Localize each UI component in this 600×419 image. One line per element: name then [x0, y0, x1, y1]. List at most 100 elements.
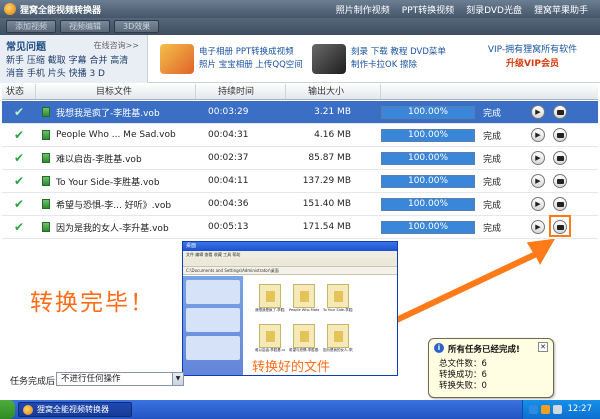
explorer-toolbar[interactable]: [183, 258, 397, 267]
open-folder-icon[interactable]: [553, 151, 567, 165]
app-logo-icon: [4, 3, 16, 15]
vip-upgrade-link[interactable]: 升级VIP会员: [470, 57, 595, 71]
table-header: 状态 目标文件 持续时间 输出大小: [2, 84, 598, 100]
vip-line1: VIP-拥有狸窝所有软件: [487, 45, 578, 55]
row-status: 完成: [483, 131, 502, 142]
video-thumb-icon: [293, 324, 315, 348]
tasks-complete-notification: i 所有任务已经完成! ✕ 总文件数：6 转换成功：6 转换失败：0: [428, 338, 554, 398]
menu-ppt-video[interactable]: PPT转换视频: [402, 3, 454, 16]
dvd-burn-icon: [312, 44, 346, 74]
converted-file[interactable]: 因为是我的女人-李升基.vob: [323, 324, 353, 358]
row-file-name: 难以启齿-李胜基.vob: [56, 154, 142, 165]
table-row[interactable]: ✔ People Who ... Me Sad.vob 00:04:31 4.1…: [2, 124, 598, 147]
row-status: 完成: [483, 177, 502, 188]
row-status: 完成: [483, 200, 502, 211]
faq-panel: 常见问题 在线咨询>> 新手 压缩 截取 字幕 合并 高清 消音 手机 片头 快…: [0, 35, 148, 83]
explorer-address-bar[interactable]: C:\Documents and Settings\Administrator\…: [183, 267, 397, 275]
table-row[interactable]: ✔ To Your Side-李胜基.vob 00:04:11 137.29 M…: [2, 170, 598, 193]
row-size: 171.54 MB: [302, 222, 351, 232]
open-folder-icon[interactable]: [553, 105, 567, 119]
converted-file[interactable]: 希望与恐惧-李胜基.vob: [289, 324, 319, 358]
open-folder-icon[interactable]: [553, 128, 567, 142]
online-consult-link[interactable]: 在线咨询>>: [94, 40, 139, 51]
success-check-icon: ✔: [13, 105, 25, 119]
promo-ppt-line1: 电子相册 PPT转换成视频: [199, 47, 294, 57]
row-status: 完成: [483, 108, 502, 119]
close-icon[interactable]: ✕: [538, 342, 548, 352]
explorer-menu[interactable]: 文件 编辑 查看 收藏 工具 帮助: [183, 251, 397, 258]
table-row[interactable]: ✔ 希望与恐惧-李... 好听》.vob 00:04:36 151.40 MB …: [2, 193, 598, 216]
app-tray-icon[interactable]: [541, 405, 550, 414]
play-icon[interactable]: ▶: [531, 174, 545, 188]
header-progress: [381, 84, 598, 99]
video-thumb-icon: [259, 284, 281, 308]
play-icon[interactable]: ▶: [531, 197, 545, 211]
video-file-icon: [42, 130, 50, 140]
add-video-button[interactable]: 添加视频: [6, 20, 56, 33]
explorer-places-panel[interactable]: [186, 308, 240, 332]
row-file-name: People Who ... Me Sad.vob: [56, 130, 176, 140]
promo-dvd-line2: 制作卡拉OK 擦除: [351, 60, 417, 70]
video-thumb-icon: [293, 284, 315, 308]
row-progress-bar: 100.00%: [381, 174, 475, 188]
success-check-icon: ✔: [13, 220, 25, 234]
faq-title: 常见问题: [6, 42, 46, 53]
header-target-file[interactable]: 目标文件: [36, 84, 196, 99]
promo-ppt-album[interactable]: 电子相册 PPT转换成视频 照片 宝宝相册 上传QQ空间: [160, 35, 303, 83]
row-duration: 00:05:13: [208, 222, 249, 232]
success-check-icon: ✔: [13, 174, 25, 188]
row-size: 4.16 MB: [314, 130, 351, 140]
play-icon[interactable]: ▶: [531, 128, 545, 142]
row-file-name: 我想我是疯了-李胜基.vob: [56, 108, 160, 119]
faq-links-row-2[interactable]: 消音 手机 片头 快播 3 D: [6, 66, 105, 79]
converted-file[interactable]: People Who Make Me Sad.vob: [289, 284, 319, 318]
video-file-icon: [42, 199, 50, 209]
play-icon[interactable]: ▶: [531, 105, 545, 119]
row-progress-bar: 100.00%: [381, 105, 475, 119]
video-file-icon: [42, 107, 50, 117]
menu-photo-video[interactable]: 照片制作视频: [336, 3, 390, 16]
converted-file[interactable]: To Your Side-李胜基.vob: [323, 284, 353, 318]
table-row[interactable]: ✔ 我想我是疯了-李胜基.vob 00:03:29 3.21 MB 100.00…: [2, 101, 598, 124]
chevron-down-icon[interactable]: ▼: [172, 373, 183, 385]
clock: 12:27: [567, 404, 593, 414]
open-folder-icon[interactable]: [553, 174, 567, 188]
menu-burn-dvd[interactable]: 刻录DVD光盘: [466, 3, 522, 16]
3d-effect-button[interactable]: 3D效果: [114, 20, 160, 33]
window-title: 狸窝全能视频转换器: [20, 5, 102, 16]
app-logo-icon: [23, 405, 33, 415]
network-icon[interactable]: [529, 405, 538, 414]
promo-dvd-line1: 刻录 下载 教程 DVD菜单: [351, 47, 446, 57]
play-icon[interactable]: ▶: [531, 151, 545, 165]
row-progress-bar: 100.00%: [381, 128, 475, 142]
explorer-details-panel[interactable]: [186, 336, 240, 360]
table-row[interactable]: ✔ 难以启齿-李胜基.vob 00:02:37 85.87 MB 100.00%…: [2, 147, 598, 170]
promo-dvd[interactable]: 刻录 下载 教程 DVD菜单 制作卡拉OK 擦除: [312, 35, 446, 83]
volume-icon[interactable]: [553, 405, 562, 414]
menu-apple-helper[interactable]: 狸窝苹果助手: [534, 3, 588, 16]
open-folder-icon[interactable]: [553, 197, 567, 211]
ppt-album-icon: [160, 44, 194, 74]
header-output-size[interactable]: 输出大小: [286, 84, 381, 99]
promo-area: 常见问题 在线咨询>> 新手 压缩 截取 字幕 合并 高清 消音 手机 片头 快…: [0, 35, 600, 83]
faq-links-row-1[interactable]: 新手 压缩 截取 字幕 合并 高清: [6, 53, 128, 66]
start-button[interactable]: [0, 400, 15, 419]
edit-video-button[interactable]: 视频编辑: [60, 20, 110, 33]
info-icon: i: [434, 343, 444, 353]
header-duration[interactable]: 持续时间: [196, 84, 286, 99]
conversion-table: 状态 目标文件 持续时间 输出大小 ✔ 我想我是疯了-李胜基.vob 00:03…: [2, 84, 598, 239]
success-check-icon: ✔: [13, 197, 25, 211]
vip-promo[interactable]: VIP-拥有狸窝所有软件 升级VIP会员: [470, 43, 595, 71]
header-status[interactable]: 状态: [2, 84, 36, 99]
row-file-name: 因为是我的女人-李升基.vob: [56, 223, 169, 234]
explorer-task-panel[interactable]: [186, 280, 240, 304]
taskbar-app-button[interactable]: 狸窝全能视频转换器: [18, 402, 132, 417]
converted-file[interactable]: 我想我是疯了-李胜基.vob: [255, 284, 285, 318]
row-duration: 00:02:37: [208, 153, 249, 163]
video-thumb-icon: [259, 324, 281, 348]
converted-file[interactable]: 难以启齿-李胜基.vob: [255, 324, 285, 358]
after-task-label: 任务完成后:: [10, 377, 59, 387]
after-task-select[interactable]: 不进行任何操作 ▼: [56, 372, 184, 386]
system-tray: 12:27: [522, 400, 600, 419]
notification-title: 所有任务已经完成!: [448, 345, 520, 355]
